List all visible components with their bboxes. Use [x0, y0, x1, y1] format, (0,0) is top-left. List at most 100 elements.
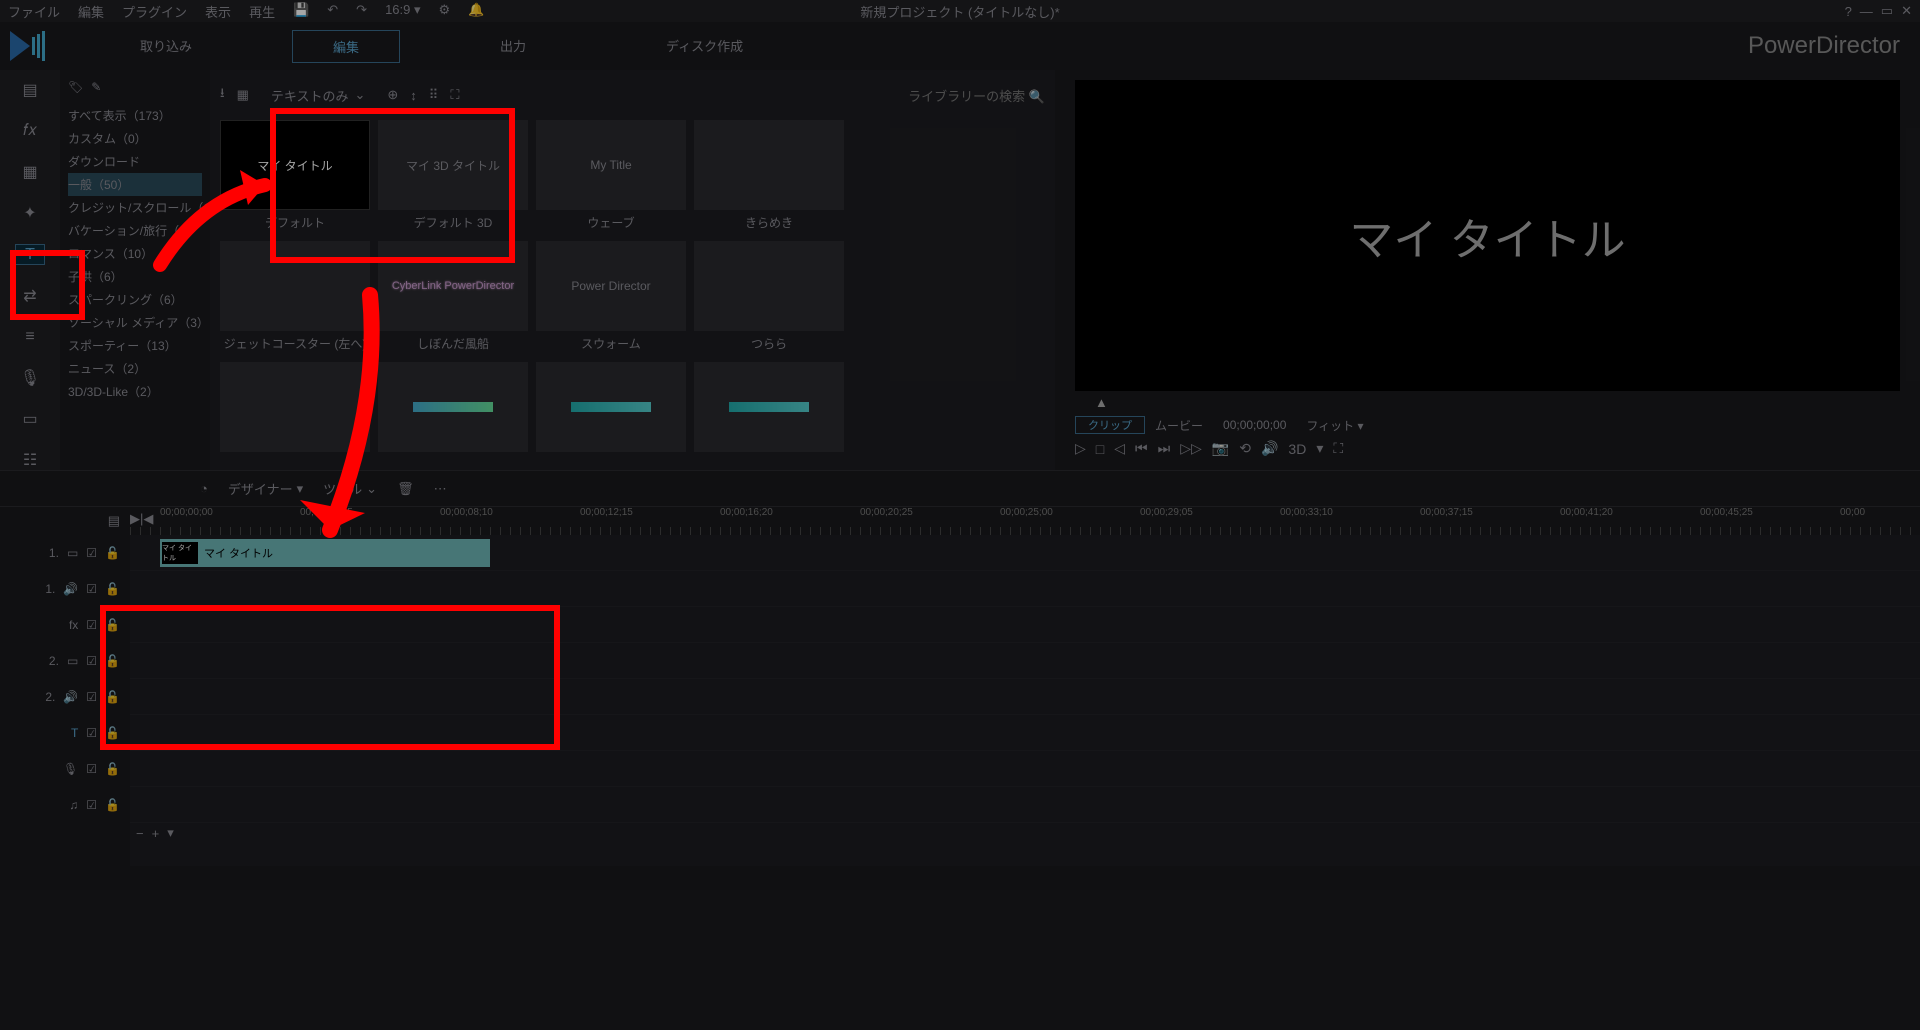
zoom-in-icon[interactable]: + — [152, 826, 160, 841]
track-title[interactable] — [130, 715, 1920, 751]
fullscreen-icon[interactable]: ⛶ — [1333, 440, 1343, 457]
sort-icon[interactable]: ↕ — [410, 88, 417, 103]
play-icon[interactable]: ▷ — [1075, 440, 1086, 457]
tile-sparkle[interactable]: きらめき — [694, 120, 844, 235]
tab-edit[interactable]: 編集 — [292, 30, 400, 63]
visible-toggle[interactable]: ☑ — [86, 798, 97, 812]
tool-button[interactable]: ツール ⌄ — [323, 479, 377, 498]
volume-icon[interactable]: 🔊 — [1261, 440, 1278, 457]
visible-toggle[interactable]: ☑ — [86, 690, 97, 704]
lock-toggle[interactable]: 🔓 — [105, 618, 120, 632]
cat-news[interactable]: ニュース（2） — [68, 357, 202, 380]
playhead-start-icon[interactable]: ▶|◀ — [130, 511, 153, 527]
cat-social[interactable]: ソーシャル メディア（3） — [68, 311, 202, 334]
tile-default[interactable]: マイ タイトル デフォルト — [220, 120, 370, 235]
close-icon[interactable]: ✕ — [1901, 3, 1912, 19]
time-ruler[interactable]: ▶|◀ 00;00;00;00 00;00;04;05 00;00;08;10 … — [130, 507, 1920, 535]
cat-sparkling[interactable]: スパークリング（6） — [68, 288, 202, 311]
tile-jetcoaster[interactable]: ジェットコースター (左へ) — [220, 241, 370, 356]
cat-sporty[interactable]: スポーティー（13） — [68, 334, 202, 357]
lock-toggle[interactable]: 🔓 — [105, 654, 120, 668]
track-video2[interactable] — [130, 643, 1920, 679]
cat-custom[interactable]: カスタム（0） — [68, 127, 202, 150]
visible-toggle[interactable]: ☑ — [86, 762, 97, 776]
prev-frame-icon[interactable]: ◁ — [1114, 440, 1125, 457]
bell-icon[interactable]: 🔔 — [468, 2, 484, 21]
fit-dropdown[interactable]: フィット ▾ — [1306, 417, 1363, 434]
tile-default-3d[interactable]: マイ 3D タイトル デフォルト 3D — [378, 120, 528, 235]
template-icon[interactable]: ▦ — [237, 87, 249, 103]
movie-mode-button[interactable]: ムービー — [1155, 417, 1203, 434]
zoom-out-icon[interactable]: − — [136, 826, 144, 841]
tile-swarm[interactable]: Power Director スウォーム — [536, 241, 686, 356]
menu-edit[interactable]: 編集 — [78, 2, 104, 21]
visible-toggle[interactable]: ☑ — [86, 546, 97, 560]
tab-disc[interactable]: ディスク作成 — [626, 30, 783, 63]
add-icon[interactable]: ⊕ — [387, 87, 398, 103]
tab-import[interactable]: 取り込み — [100, 30, 232, 63]
lock-toggle[interactable]: 🔓 — [105, 546, 120, 560]
loop-icon[interactable]: ⟲ — [1239, 440, 1251, 457]
menu-plugin[interactable]: プラグイン — [122, 2, 187, 21]
track-voice[interactable] — [130, 751, 1920, 787]
tile-extra-3[interactable] — [536, 362, 686, 452]
tile-extra-1[interactable] — [220, 362, 370, 452]
cat-3d[interactable]: 3D/3D-Like（2） — [68, 380, 202, 403]
menu-file[interactable]: ファイル — [8, 2, 60, 21]
title-clip[interactable]: マイ タイトル マイ タイトル — [160, 539, 490, 567]
designer-button[interactable]: デザイナー ▾ — [228, 479, 303, 498]
redo-icon[interactable]: ↷ — [356, 2, 367, 21]
aspect-icon[interactable]: 16:9 ▾ — [385, 2, 420, 21]
next-frame-icon[interactable]: ▷▷ — [1180, 440, 1202, 457]
track-area[interactable]: ▶|◀ 00;00;00;00 00;00;04;05 00;00;08;10 … — [130, 507, 1920, 866]
help-icon[interactable]: ? — [1845, 4, 1852, 19]
mic-icon[interactable]: 🎙 — [15, 367, 45, 388]
snapshot-icon[interactable]: 📷 — [1212, 440, 1229, 457]
pip-icon[interactable]: ▦ — [15, 162, 45, 183]
trash-icon[interactable]: 🗑 — [397, 481, 414, 497]
title-icon[interactable]: T — [15, 244, 45, 266]
save-icon[interactable]: 💾 — [293, 2, 309, 21]
maximize-icon[interactable]: ▭ — [1881, 3, 1893, 19]
particle-icon[interactable]: ✦ — [15, 203, 45, 224]
lock-toggle[interactable]: 🔓 — [105, 690, 120, 704]
visible-toggle[interactable]: ☑ — [86, 618, 97, 632]
filter-dropdown[interactable]: テキストのみ ⌄ — [261, 84, 376, 107]
cat-all[interactable]: すべて表示（173） — [68, 104, 202, 127]
gear-icon[interactable]: ⚙ — [439, 2, 451, 21]
visible-toggle[interactable]: ☑ — [86, 582, 97, 596]
track-audio1[interactable] — [130, 571, 1920, 607]
more-icon[interactable]: ⋯ — [434, 481, 447, 497]
step-back-icon[interactable]: ⏮ — [1135, 440, 1148, 457]
3d-button[interactable]: 3D — [1288, 441, 1306, 457]
track-video1[interactable]: マイ タイトル マイ タイトル — [130, 535, 1920, 571]
search-input[interactable]: ライブラリーの検索 🔍 — [908, 86, 1045, 105]
cat-credits[interactable]: クレジット/スクロール（15） — [68, 196, 202, 219]
import-icon[interactable]: ⭳ — [220, 84, 225, 106]
lock-toggle[interactable]: 🔓 — [105, 798, 120, 812]
tab-output[interactable]: 出力 — [460, 30, 566, 63]
marker-time-icon[interactable]: ◔ — [200, 481, 208, 496]
lock-toggle[interactable]: 🔓 — [105, 582, 120, 596]
tag-edit-icon[interactable]: ✎ — [91, 80, 101, 94]
undo-icon[interactable]: ↶ — [327, 2, 338, 21]
tile-icicle[interactable]: つらら — [694, 241, 844, 356]
subtitle-icon[interactable]: ☷ — [15, 449, 45, 470]
visible-toggle[interactable]: ☑ — [86, 654, 97, 668]
media-icon[interactable]: ▤ — [15, 80, 45, 101]
track-fx[interactable] — [130, 607, 1920, 643]
fx-icon[interactable]: 𝑓𝑥 — [15, 121, 45, 142]
lock-toggle[interactable]: 🔓 — [105, 762, 120, 776]
tile-extra-4[interactable] — [694, 362, 844, 452]
audio-icon[interactable]: ≡ — [15, 326, 45, 347]
clip-mode-button[interactable]: クリップ — [1075, 416, 1145, 434]
transition-icon[interactable]: ⇄ — [15, 285, 45, 306]
stop-icon[interactable]: □ — [1096, 441, 1104, 457]
cat-general[interactable]: 一般（50） — [68, 173, 202, 196]
tag-icon[interactable]: 🏷 — [68, 80, 83, 94]
zoom-dropdown-icon[interactable]: ▾ — [167, 825, 174, 841]
cat-vacation[interactable]: バケーション/旅行（8） — [68, 219, 202, 242]
visible-toggle[interactable]: ☑ — [86, 726, 97, 740]
collapse-icon[interactable]: ▤ — [108, 513, 120, 529]
tile-extra-2[interactable] — [378, 362, 528, 452]
